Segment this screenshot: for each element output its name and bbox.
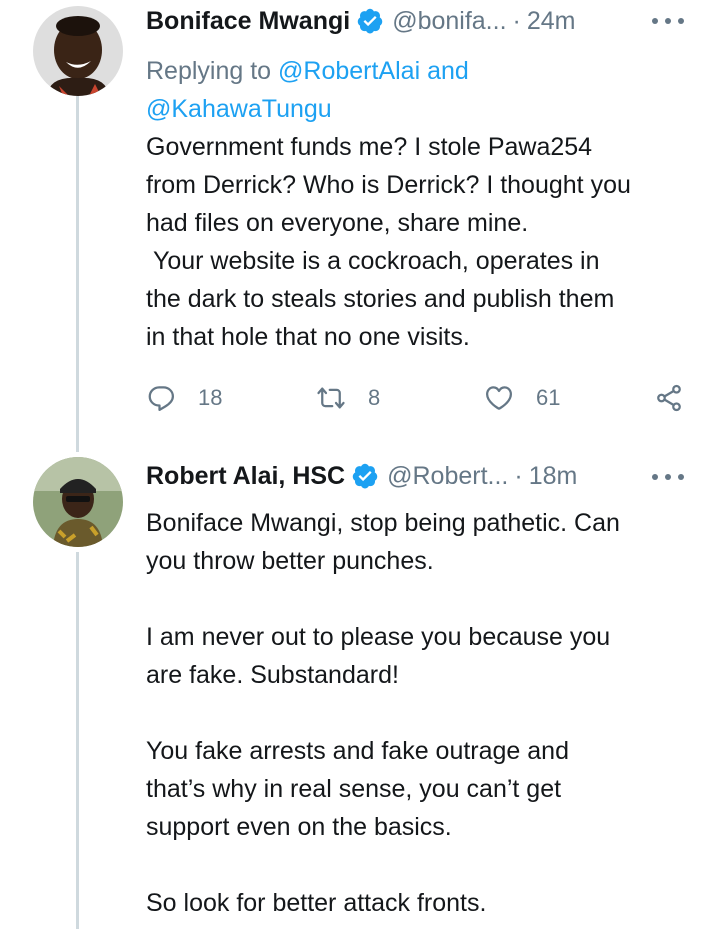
share-icon [654, 383, 684, 413]
reply-count: 18 [198, 385, 223, 410]
tweet-actions: 18 8 61 [146, 378, 691, 418]
retweet-count: 8 [368, 385, 381, 410]
thread-line-bottom [76, 552, 79, 929]
author-handle[interactable]: @Robert... [387, 462, 508, 491]
tweet-header: Robert Alai, HSC @Robert... · 18m [146, 456, 577, 496]
reply-button[interactable]: 18 [146, 378, 222, 418]
tweet-timestamp[interactable]: 24m [527, 7, 576, 36]
author-handle[interactable]: @bonifa... [392, 7, 506, 36]
verified-badge-icon [351, 462, 379, 490]
thread-line-top [76, 96, 79, 452]
replying-to-label: Replying to [146, 57, 279, 85]
avatar-boniface[interactable] [33, 6, 123, 96]
tweet-text: Boniface Mwangi, stop being pathetic. Ca… [146, 509, 620, 917]
separator-dot: · [512, 6, 521, 35]
verified-badge-icon [356, 7, 384, 35]
retweet-icon [316, 383, 346, 413]
mention-robertalai[interactable]: @RobertAlai [278, 57, 420, 85]
author-name[interactable]: Robert Alai, HSC [146, 462, 345, 491]
share-button[interactable] [654, 378, 684, 418]
avatar-robert[interactable] [33, 457, 123, 547]
reply-icon [146, 383, 176, 413]
like-button[interactable]: 61 [484, 378, 560, 418]
author-name[interactable]: Boniface Mwangi [146, 7, 350, 36]
more-icon[interactable] [652, 467, 684, 487]
retweet-button[interactable]: 8 [316, 378, 380, 418]
replying-and: and [420, 57, 469, 85]
more-icon[interactable] [652, 11, 684, 31]
tweet-timestamp[interactable]: 18m [529, 462, 578, 491]
replying-to: Replying to @RobertAlai and @KahawaTungu [146, 52, 686, 128]
tweet-text: Government funds me? I stole Pawa254 fro… [146, 133, 631, 351]
avatar-robert-image [33, 457, 123, 547]
like-icon [484, 383, 514, 413]
mention-kahawatungu[interactable]: @KahawaTungu [146, 95, 332, 123]
separator-dot: · [514, 461, 523, 490]
avatar-boniface-image [33, 6, 123, 96]
like-count: 61 [536, 385, 561, 410]
tweet-header: Boniface Mwangi @bonifa... · 24m [146, 1, 576, 41]
